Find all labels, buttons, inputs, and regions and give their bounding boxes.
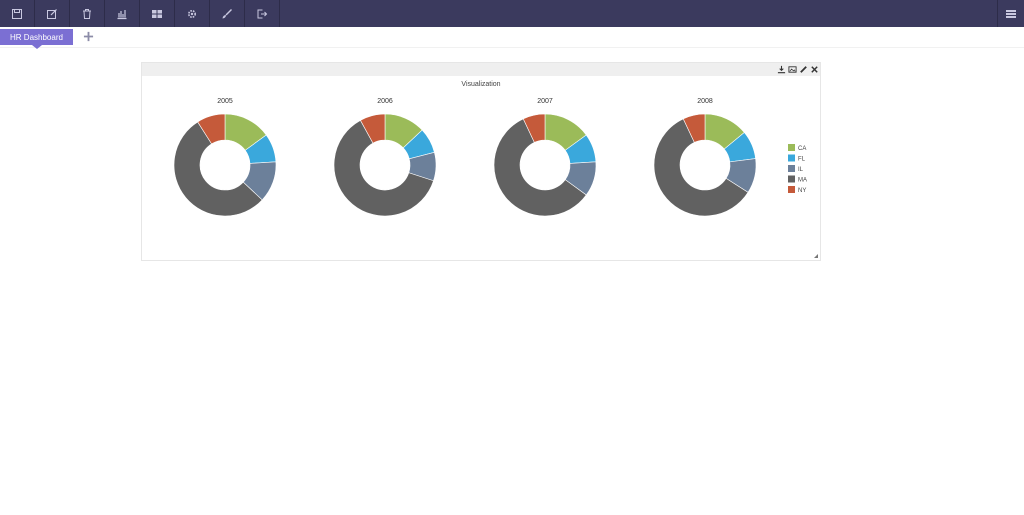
chart-title-2007: 2007 — [537, 98, 553, 105]
save-button[interactable] — [0, 0, 35, 27]
chart-button[interactable] — [105, 0, 140, 27]
resize-handle[interactable] — [814, 254, 818, 258]
tab-bar: HR Dashboard — [0, 27, 1024, 49]
menu-icon — [1006, 9, 1016, 18]
brush-icon — [222, 8, 232, 18]
delete-button[interactable] — [70, 0, 105, 27]
gear-icon — [187, 9, 197, 18]
legend-swatch-CA[interactable] — [788, 144, 795, 151]
top-toolbar — [0, 0, 1024, 27]
add-tab-button[interactable] — [82, 30, 94, 42]
legend-label-FL[interactable]: FL — [798, 157, 806, 163]
legend-swatch-NY[interactable] — [788, 186, 795, 193]
chart-title-2008: 2008 — [697, 98, 713, 105]
delete-icon — [83, 8, 91, 19]
legend-label-MA[interactable]: MA — [798, 178, 807, 184]
visualization-panel: Visualization 2005 2006 2007 2008 CA FL IL MA NY — [141, 62, 821, 261]
edit-button[interactable] — [35, 0, 70, 27]
style-button[interactable] — [210, 0, 245, 27]
layout-icon — [152, 9, 162, 18]
layout-button[interactable] — [140, 0, 175, 27]
legend-label-NY[interactable]: NY — [798, 188, 806, 194]
bar-chart-icon — [117, 9, 127, 19]
legend-swatch-MA[interactable] — [788, 175, 795, 183]
legend-label-IL[interactable]: IL — [798, 167, 804, 173]
menu-button[interactable] — [997, 0, 1024, 27]
legend-label-CA[interactable]: CA — [798, 146, 806, 152]
legend-swatch-FL[interactable] — [788, 154, 795, 162]
export-icon — [257, 9, 268, 18]
plus-icon — [83, 31, 93, 41]
chart-title-2005: 2005 — [217, 98, 233, 105]
export-button[interactable] — [245, 0, 280, 27]
save-icon — [12, 8, 22, 19]
settings-button[interactable] — [175, 0, 210, 27]
edit-icon — [47, 8, 57, 19]
tab-hr-dashboard[interactable]: HR Dashboard — [0, 29, 73, 49]
tab-label: HR Dashboard — [10, 32, 63, 42]
chart-title-2006: 2006 — [377, 98, 393, 105]
donut-charts: 2005 2006 2007 2008 CA FL IL MA NY — [173, 98, 807, 217]
legend-swatch-IL[interactable] — [788, 165, 795, 172]
